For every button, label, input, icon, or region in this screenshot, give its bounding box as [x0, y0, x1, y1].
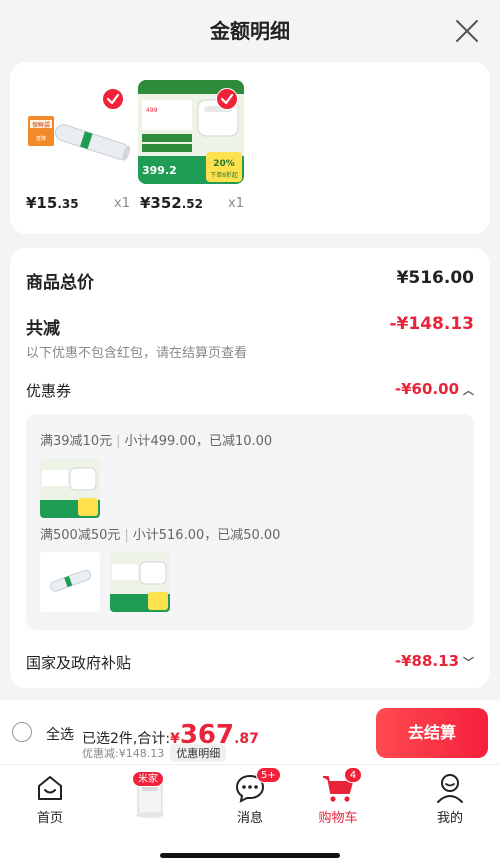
total-price-row: 商品总价 ¥516.00 — [26, 268, 474, 293]
cart-badge: 4 — [344, 767, 362, 783]
price-summary-card: 商品总价 ¥516.00 共减 -¥148.13 以下优惠不包含红包，请在结算页… — [10, 248, 490, 688]
item-price: ¥352.52 — [140, 194, 204, 212]
mijia-badge: 米家 — [132, 771, 164, 787]
tab-messages[interactable]: 5+ 消息 — [210, 767, 290, 826]
subsidy-value: -¥88.13 ﹀ — [394, 652, 474, 670]
product-image-wrap: 保鲜袋 直降 — [24, 80, 130, 184]
checkout-button[interactable]: 去结算 — [376, 708, 488, 758]
cart-item[interactable]: 499 399.2 20% 下单8折起 ¥352.52 x1 — [138, 80, 244, 212]
tab-home[interactable]: 首页 — [10, 769, 90, 826]
tab-mijia-product[interactable]: 米家 — [110, 769, 190, 821]
cart-item[interactable]: 保鲜袋 直降 ¥15.35 x1 — [24, 80, 130, 212]
coupon-product-thumb-rice-cooker — [40, 458, 100, 518]
item-checked-icon[interactable] — [102, 88, 124, 110]
messages-badge: 5+ — [256, 767, 281, 783]
coupon-product-thumb-cling-wrap — [40, 552, 100, 612]
coupon-rule: 满39减10元 | 小计499.00，已减10.00 — [40, 434, 273, 449]
chevron-up-icon: ︿ — [463, 384, 474, 397]
reduction-note: 以下优惠不包含红包，请在结算页查看 — [26, 346, 248, 361]
total-price-label: 商品总价 — [26, 273, 94, 293]
coupon-value: -¥60.00 ︿ — [394, 380, 474, 398]
total-price-value: ¥516.00 — [396, 268, 474, 288]
sheet-header: 金额明细 — [0, 0, 500, 62]
svg-text:399.2: 399.2 — [142, 164, 177, 177]
item-quantity: x1 — [114, 196, 130, 211]
tab-profile[interactable]: 我的 — [410, 769, 490, 826]
checkout-bar: 全选 已选2件,合计:¥367.87 优惠减:¥148.13 优惠明细 去结算 — [0, 700, 500, 764]
amount-detail-sheet: 金额明细 保鲜袋 直降 ¥15.35 x1 499 399.2 20% 下单8折… — [0, 0, 500, 700]
reduction-row: 共减 -¥148.13 — [26, 314, 474, 339]
coupon-row[interactable]: 优惠券 -¥60.00 ︿ — [26, 380, 474, 401]
subsidy-row[interactable]: 国家及政府补贴 -¥88.13 ﹀ — [26, 652, 474, 673]
reduction-label: 共减 — [26, 319, 60, 339]
home-icon — [38, 776, 62, 800]
coupon-product-thumb-rice-cooker — [110, 552, 170, 612]
home-indicator — [160, 853, 340, 858]
tab-cart[interactable]: 4 购物车 — [298, 767, 378, 826]
coupon-label: 优惠券 — [26, 382, 72, 400]
discount-detail-button[interactable]: 优惠明细 — [170, 744, 227, 762]
selected-items-card: 保鲜袋 直降 ¥15.35 x1 499 399.2 20% 下单8折起 ¥35… — [10, 62, 490, 234]
item-quantity: x1 — [228, 196, 244, 211]
reduction-value: -¥148.13 — [389, 314, 475, 334]
item-price: ¥15.35 — [26, 194, 79, 212]
coupon-rule: 满500减50元 | 小计516.00，已减50.00 — [40, 528, 281, 543]
select-all-radio[interactable] — [12, 722, 32, 742]
select-all-label[interactable]: 全选 — [46, 724, 74, 744]
profile-icon — [437, 774, 463, 803]
item-checked-icon[interactable] — [216, 88, 238, 110]
svg-text:保鲜袋: 保鲜袋 — [32, 121, 50, 129]
product-image-rice-cooker: 499 399.2 20% 下单8折起 — [138, 80, 244, 184]
svg-text:499: 499 — [146, 107, 158, 114]
bottom-tab-bar: 首页 米家 5+ 消息 4 购物车 我的 — [0, 764, 500, 868]
coupon-detail-box: 满39减10元 | 小计499.00，已减10.00 满500减50元 | 小计516.… — [26, 414, 474, 630]
svg-text:20%: 20% — [213, 159, 235, 169]
discount-summary: 优惠减:¥148.13 优惠明细 — [82, 744, 227, 762]
svg-text:下单8折起: 下单8折起 — [210, 171, 238, 179]
svg-text:直降: 直降 — [36, 135, 46, 142]
subsidy-label: 国家及政府补贴 — [26, 654, 132, 672]
close-icon[interactable] — [454, 18, 480, 44]
sheet-title: 金额明细 — [210, 19, 290, 43]
chevron-down-icon: ﹀ — [463, 656, 474, 669]
